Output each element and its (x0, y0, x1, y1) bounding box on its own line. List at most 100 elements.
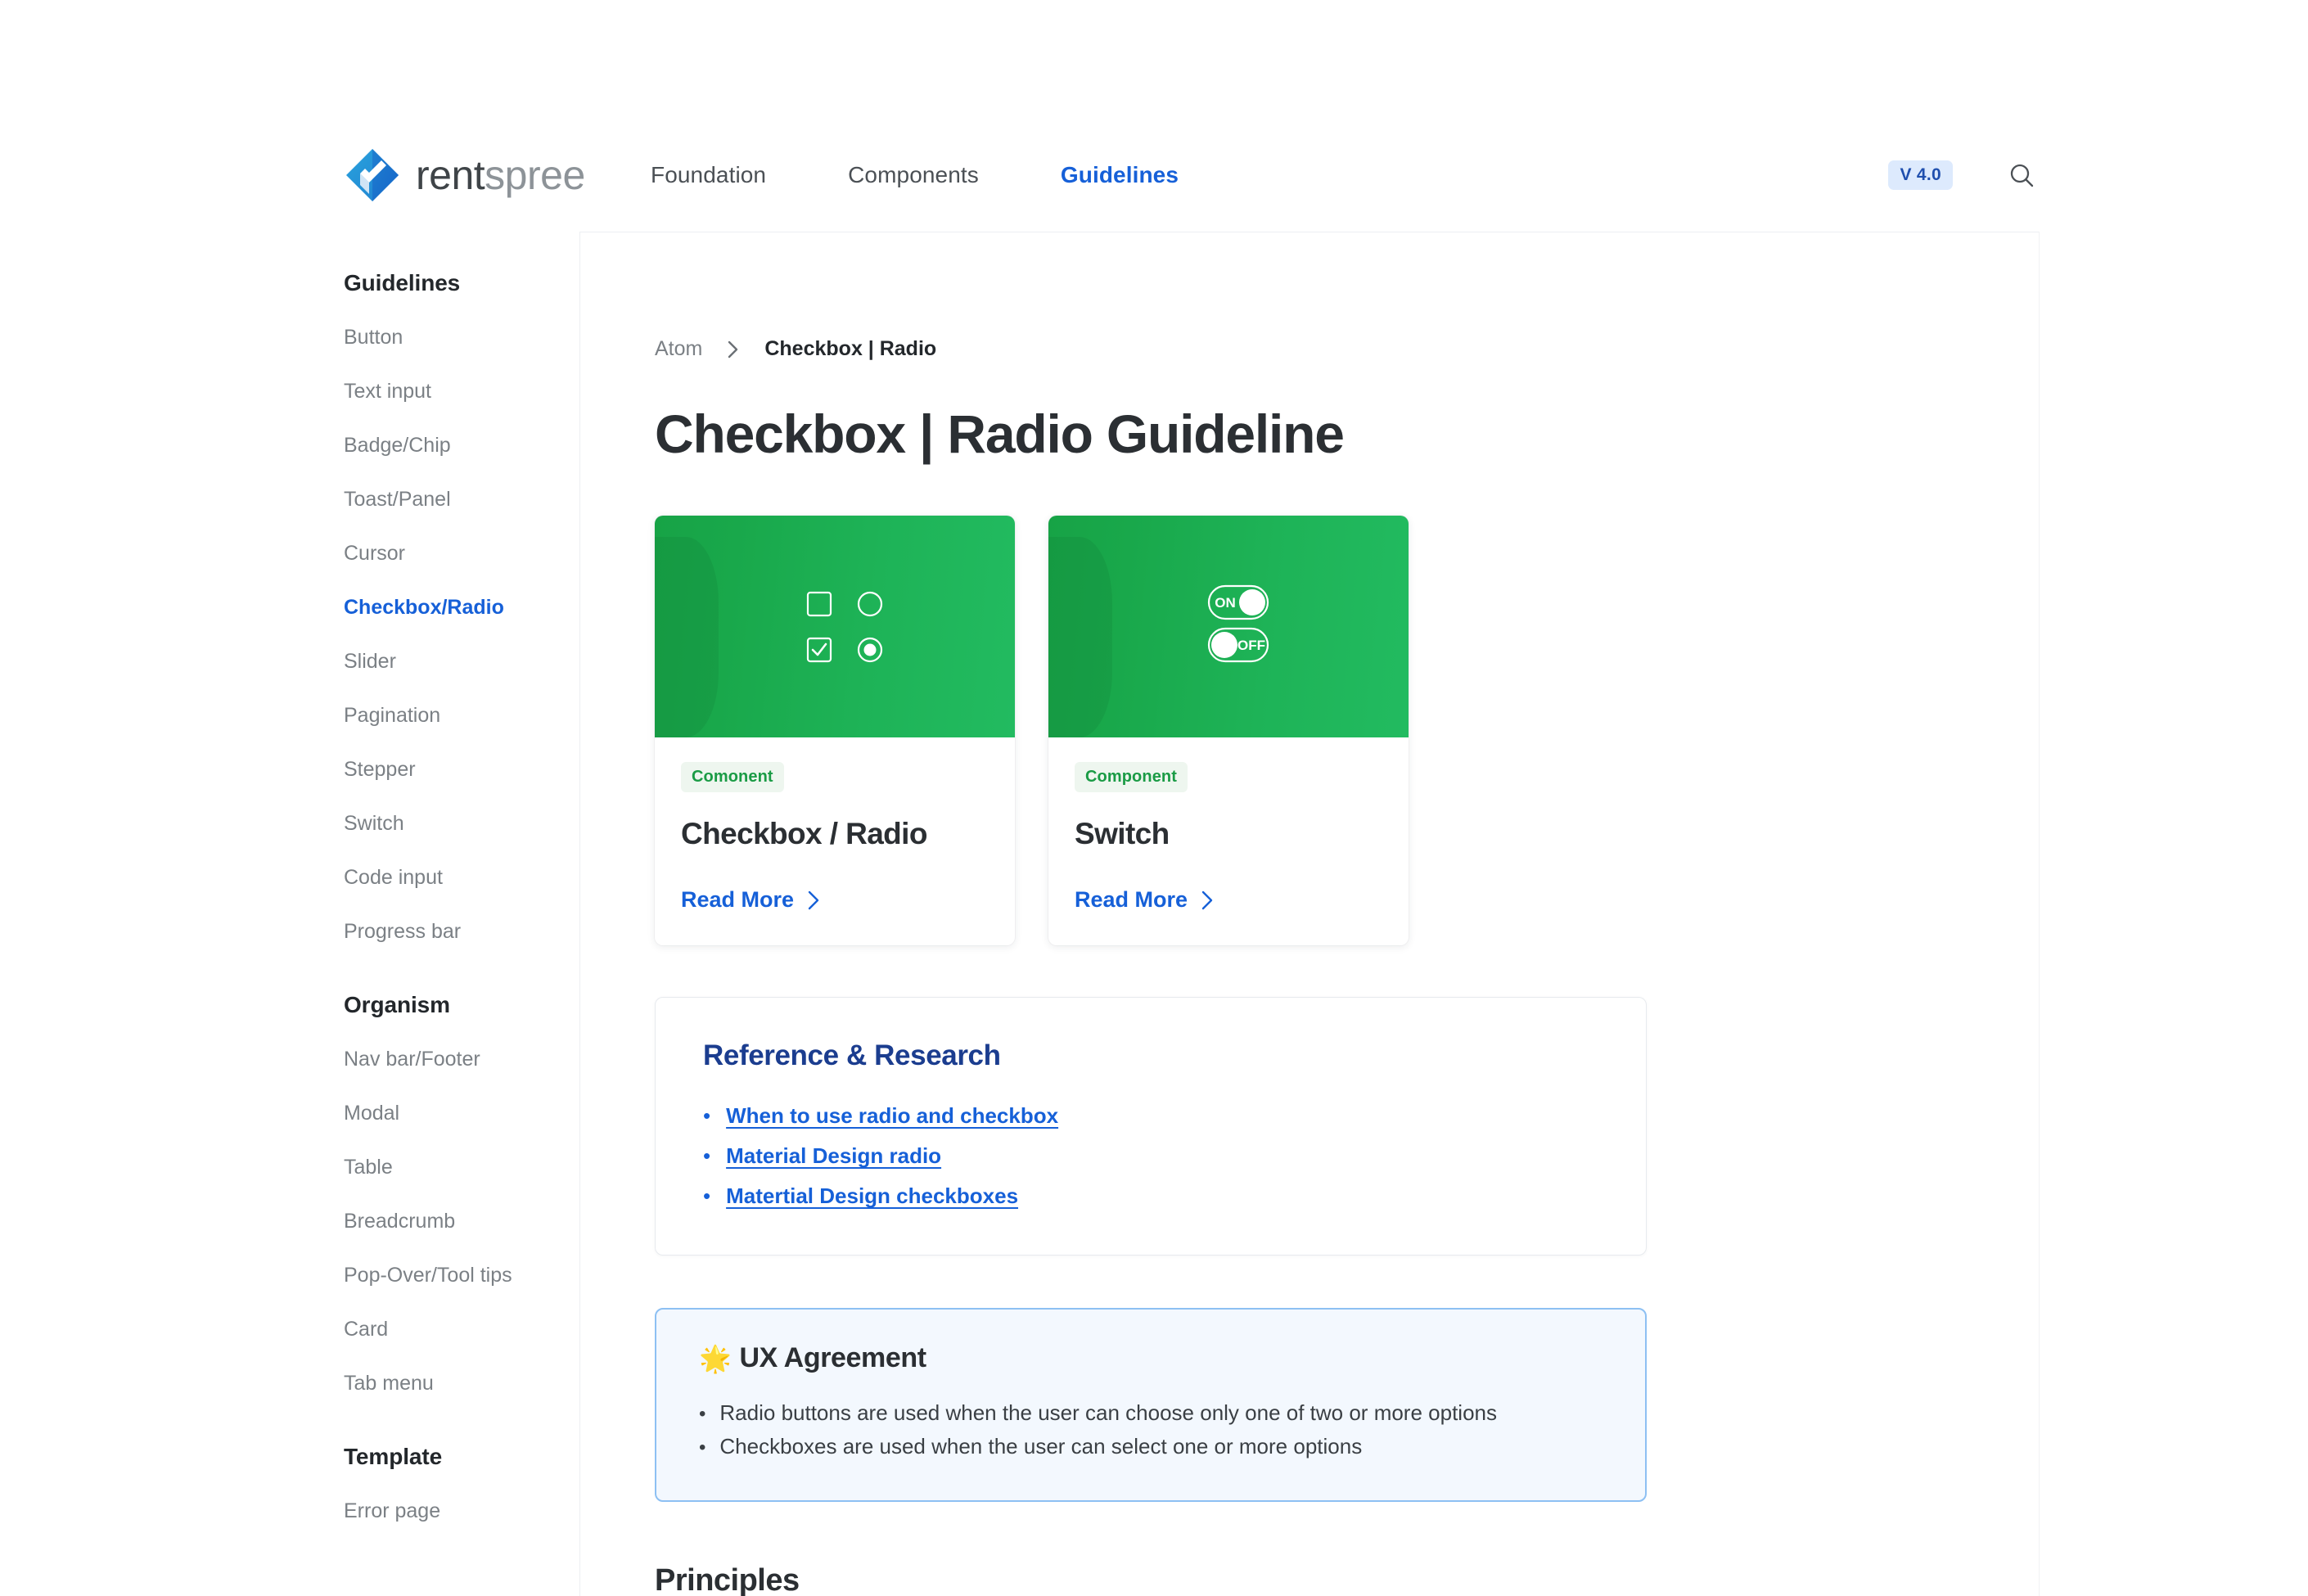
card-body-checkbox-radio: Comonent Checkbox / Radio Read More (655, 737, 1015, 945)
search-button[interactable] (2004, 157, 2040, 193)
reference-research-panel: Reference & Research • When to use radio… (655, 997, 1647, 1256)
content-shell-left-border (579, 232, 580, 1596)
reference-research-title: Reference & Research (703, 1039, 1001, 1072)
ux-agreement-title: UX Agreement (739, 1342, 926, 1374)
read-more-label: Read More (681, 887, 795, 913)
nav-tab-components[interactable]: Components (848, 162, 979, 188)
sidebar-item-tab-menu[interactable]: Tab menu (344, 1373, 573, 1394)
card-title-checkbox-radio: Checkbox / Radio (681, 817, 927, 851)
sidebar-item-progress-bar[interactable]: Progress bar (344, 922, 573, 942)
sidebar-item-pop-over-tool-tips[interactable]: Pop-Over/Tool tips (344, 1265, 573, 1286)
card-media-checkbox-radio (655, 516, 1015, 738)
card-checkbox-radio[interactable]: Comonent Checkbox / Radio Read More (655, 516, 1015, 946)
sidebar-item-code-input[interactable]: Code input (344, 868, 573, 888)
nav-tab-foundation[interactable]: Foundation (651, 162, 766, 188)
brand-word-primary: rent (416, 152, 485, 198)
switch-off-icon: OFF (1207, 628, 1269, 663)
version-badge[interactable]: V 4.0 (1888, 160, 1953, 190)
sidebar-item-checkbox-radio[interactable]: Checkbox/Radio (344, 597, 573, 618)
sidebar-item-pagination[interactable]: Pagination (344, 706, 573, 726)
ux-agreement-item-text: Checkboxes are used when the user can se… (719, 1433, 1363, 1458)
card-chip-switch: Component (1075, 762, 1188, 793)
chevron-right-icon (728, 340, 738, 358)
radio-unselected-icon (857, 591, 883, 616)
card-title-switch: Switch (1075, 817, 1170, 851)
header-actions: V 4.0 (1888, 157, 2040, 193)
ux-agreement-item-text: Radio buttons are used when the user can… (719, 1400, 1497, 1426)
site-header: rentspree Foundation Components Guidelin… (0, 119, 2308, 232)
sidebar-item-breadcrumb[interactable]: Breadcrumb (344, 1211, 573, 1232)
component-card-list: Comonent Checkbox / Radio Read More ON O… (655, 516, 2039, 946)
chevron-right-icon (1201, 890, 1213, 909)
chevron-right-icon (808, 890, 819, 909)
star-emoji-icon: 🌟 (699, 1343, 732, 1373)
bullet-icon: • (703, 1143, 711, 1169)
sidebar-group-title-guidelines: Guidelines (344, 270, 461, 295)
sidebar-item-card[interactable]: Card (344, 1319, 573, 1340)
sidebar-item-button[interactable]: Button (344, 327, 573, 348)
radio-selected-icon (857, 637, 883, 662)
sidebar-item-badge-chip[interactable]: Badge/Chip (344, 435, 573, 456)
rentspree-diamond-check-logo-icon (346, 149, 399, 201)
ux-agreement-item: • Checkboxes are used when the user can … (699, 1430, 1603, 1463)
sidebar-item-text-input[interactable]: Text input (344, 381, 573, 402)
reference-link-list: • When to use radio and checkbox • Mater… (703, 1103, 1598, 1209)
brand-word-secondary: spree (485, 152, 585, 198)
reference-list-item: • Material Design radio (703, 1143, 1598, 1169)
switch-on-icon: ON (1207, 585, 1269, 620)
sidebar-item-cursor[interactable]: Cursor (344, 543, 573, 564)
card-chip-checkbox-radio: Comonent (681, 762, 784, 793)
checkbox-unchecked-icon (806, 591, 832, 616)
sidebar-item-toast-panel[interactable]: Toast/Panel (344, 489, 573, 510)
bullet-icon: • (699, 1403, 706, 1426)
svg-text:OFF: OFF (1237, 638, 1265, 653)
reference-list-item: • Matertial Design checkboxes (703, 1183, 1598, 1209)
bullet-icon: • (703, 1183, 711, 1209)
sidebar-item-nav-bar-footer[interactable]: Nav bar/Footer (344, 1049, 573, 1070)
search-icon (2010, 164, 2034, 187)
sidebar-item-slider[interactable]: Slider (344, 651, 573, 672)
design-system-guideline-page: rentspree Foundation Components Guidelin… (0, 0, 2308, 1596)
ux-agreement-item: • Radio buttons are used when the user c… (699, 1396, 1603, 1429)
bullet-icon: • (699, 1436, 706, 1458)
card-media-switch: ON OFF (1048, 516, 1409, 738)
reference-link-when-to-use[interactable]: When to use radio and checkbox (726, 1103, 1058, 1129)
content-shell-right-border (2039, 232, 2040, 1596)
checkbox-radio-preview-icon (794, 581, 895, 673)
breadcrumb-parent[interactable]: Atom (655, 337, 702, 361)
nav-tab-guidelines[interactable]: Guidelines (1061, 162, 1179, 188)
sidebar-group-title-organism: Organism (344, 992, 450, 1017)
primary-nav: Foundation Components Guidelines (651, 162, 1179, 188)
sidebar-item-switch[interactable]: Switch (344, 814, 573, 834)
ux-agreement-title-row: 🌟 UX Agreement (699, 1342, 1603, 1374)
switch-toggle-preview-icon: ON OFF (1204, 581, 1273, 672)
breadcrumb-separator (725, 338, 742, 361)
card-switch[interactable]: ON OFF Component Switch Read More (1048, 516, 1409, 946)
bullet-icon: • (703, 1103, 711, 1129)
svg-text:ON: ON (1215, 595, 1236, 611)
main-content: Atom Checkbox | Radio Checkbox | Radio G… (655, 232, 2039, 1596)
switch-preview-svg: ON OFF (1207, 585, 1269, 663)
sidebar-nav: Guidelines Button Text input Badge/Chip … (344, 270, 573, 1555)
read-more-link-checkbox-radio[interactable]: Read More (681, 887, 989, 913)
brand-wordmark: rentspree (416, 155, 585, 196)
breadcrumb-current: Checkbox | Radio (764, 337, 937, 360)
breadcrumb: Atom Checkbox | Radio (655, 337, 2039, 361)
card-body-switch: Component Switch Read More (1048, 737, 1409, 945)
ux-agreement-list: • Radio buttons are used when the user c… (699, 1396, 1603, 1463)
ux-agreement-callout: 🌟 UX Agreement • Radio buttons are used … (655, 1308, 1647, 1502)
read-more-link-switch[interactable]: Read More (1075, 887, 1382, 913)
sidebar-item-stepper[interactable]: Stepper (344, 760, 573, 780)
checkbox-checked-icon (806, 637, 832, 662)
reference-link-material-design-checkboxes[interactable]: Matertial Design checkboxes (726, 1183, 1018, 1209)
read-more-label: Read More (1075, 887, 1188, 913)
brand-logo[interactable]: rentspree (344, 147, 585, 204)
reference-list-item: • When to use radio and checkbox (703, 1103, 1598, 1129)
principles-heading: Principles (655, 1562, 800, 1596)
sidebar-item-error-page[interactable]: Error page (344, 1501, 573, 1522)
sidebar-item-modal[interactable]: Modal (344, 1103, 573, 1124)
sidebar-item-table[interactable]: Table (344, 1157, 573, 1178)
reference-link-material-design-radio[interactable]: Material Design radio (726, 1143, 941, 1169)
